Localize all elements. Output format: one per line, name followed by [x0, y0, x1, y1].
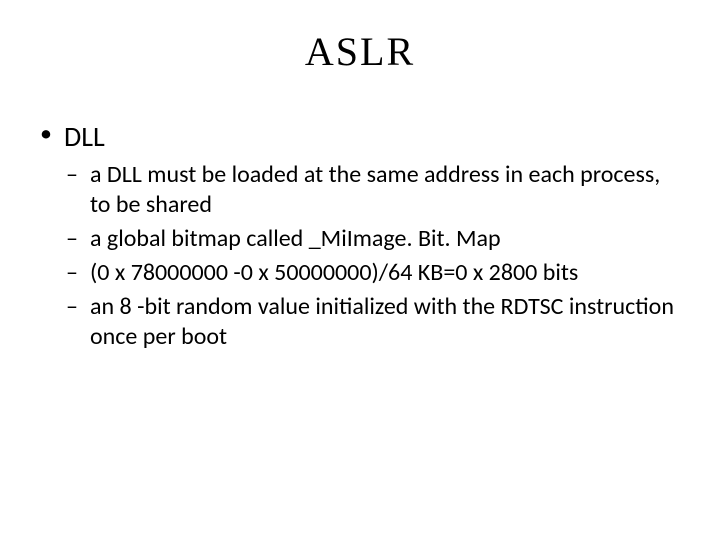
- slide-content: DLL a DLL must be loaded at the same add…: [0, 93, 720, 352]
- sub-bullet-item: an 8 -bit random value initialized with …: [64, 292, 684, 352]
- slide-title: ASLR: [0, 0, 720, 93]
- bullet-list: DLL a DLL must be loaded at the same add…: [36, 119, 684, 352]
- sub-bullet-item: a DLL must be loaded at the same address…: [64, 160, 684, 220]
- bullet-item: DLL a DLL must be loaded at the same add…: [36, 119, 684, 352]
- sub-bullet-item: a global bitmap called _MiImage. Bit. Ma…: [64, 224, 684, 254]
- sub-bullet-list: a DLL must be loaded at the same address…: [64, 160, 684, 352]
- bullet-label: DLL: [64, 119, 105, 154]
- slide: ASLR DLL a DLL must be loaded at the sam…: [0, 0, 720, 540]
- sub-bullet-item: (0 x 78000000 -0 x 50000000)/64 KB=0 x 2…: [64, 258, 684, 288]
